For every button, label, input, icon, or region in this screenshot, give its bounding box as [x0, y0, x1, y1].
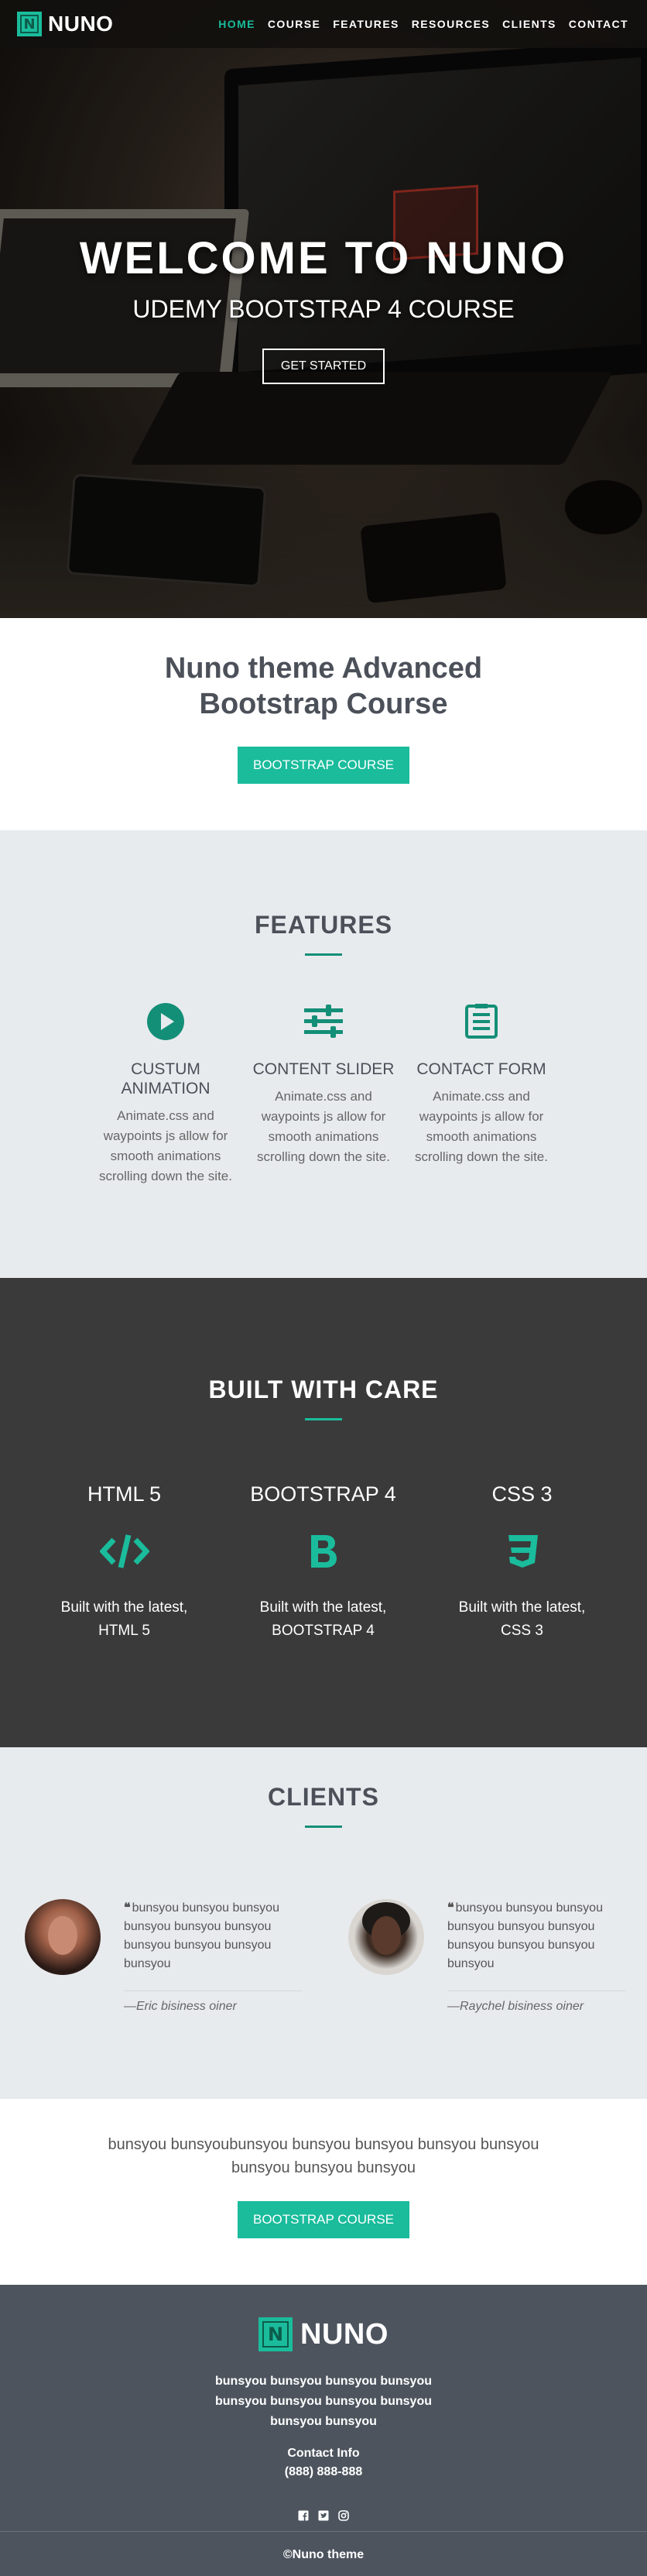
built-item-title: CSS 3 [491, 1482, 553, 1506]
built-item: BOOTSTRAP 4 Built with the latest, BOOTS… [224, 1482, 423, 1643]
facebook-icon[interactable] [297, 2509, 310, 2522]
avatar [348, 1899, 424, 1975]
form-icon [409, 1002, 554, 1041]
twitter-icon[interactable] [317, 2509, 330, 2522]
contact-phone: (888) 888-888 [284, 2465, 363, 2478]
features-list: CUSTUM ANIMATION Animate.css and waypoin… [87, 1002, 560, 1187]
features-title: FEATURES [254, 911, 393, 939]
contact-info-label: Contact Info [287, 2447, 360, 2460]
footer-text: bunsyou bunsyou bunsyou bunsyou bunsyou … [215, 2375, 432, 2428]
testimonial-quote: ❝ bunsyou bunsyou bunsyou bunsyou bunsyou… [447, 1899, 625, 1973]
copyright: ©Nuno theme [282, 2548, 365, 2561]
hero-subtitle: UDEMY BOOTSTRAP 4 COURSE [132, 295, 515, 323]
hero-section: WELCOME TO NUNO UDEMY BOOTSTRAP 4 COURSE… [0, 0, 647, 618]
quote-icon: ❝ [124, 1901, 131, 1915]
divider [0, 2531, 647, 2532]
cta-section: bunsyou bunsyoubunsyou bunsyou bunsyou b… [0, 2099, 647, 2285]
bootstrap-course-button[interactable]: BOOTSTRAP COURSE [238, 2201, 409, 2238]
nav-item-features[interactable]: FEATURES [333, 18, 399, 30]
contact-info: Contact Info (888) 888-888 [0, 2444, 647, 2482]
footer-brand-name: NUNO [300, 2317, 389, 2351]
clients-section: CLIENTS ❝ bunsyou bunsyou bunsyou bunsyou… [0, 1747, 647, 2099]
intro-section: Nuno theme Advanced Bootstrap Course BOO… [0, 618, 647, 830]
nav-item-contact[interactable]: CONTACT [569, 18, 628, 30]
feature-text: Animate.css and waypoints js allow for s… [99, 1108, 232, 1183]
feature-item: CUSTUM ANIMATION Animate.css and waypoin… [87, 1002, 245, 1187]
testimonial-author: —Raychel bisiness oiner [447, 2000, 584, 2013]
feature-title: CONTENT SLIDER [252, 1060, 395, 1078]
testimonial-quote: ❝ bunsyou bunsyou bunsyou bunsyou bunsyou… [124, 1899, 302, 1973]
built-item-text: Built with the latest, HTML 5 [60, 1599, 188, 1639]
section-divider [305, 953, 342, 956]
brand-logo[interactable]: N NUNO [17, 12, 113, 36]
hero-title: WELCOME TO NUNO [79, 233, 568, 283]
footer-logo[interactable]: N NUNO [0, 2317, 647, 2351]
section-divider [305, 1826, 342, 1828]
testimonial-author: —Eric bisiness oiner [124, 2000, 237, 2013]
clients-title: CLIENTS [268, 1783, 379, 1811]
cta-text: bunsyou bunsyoubunsyou bunsyou bunsyou b… [108, 2136, 539, 2176]
feature-item: CONTACT FORM Animate.css and waypoints j… [402, 1002, 560, 1187]
nav-item-course[interactable]: COURSE [268, 18, 320, 30]
sliders-icon [251, 1002, 396, 1041]
nav-item-resources[interactable]: RESOURCES [412, 18, 490, 30]
social-links [0, 2509, 647, 2522]
feature-text: Animate.css and waypoints js allow for s… [257, 1089, 390, 1164]
bootstrap-course-button[interactable]: BOOTSTRAP COURSE [238, 747, 409, 784]
css3-icon [444, 1528, 600, 1575]
hero-content: WELCOME TO NUNO UDEMY BOOTSTRAP 4 COURSE… [0, 232, 647, 384]
built-item-title: HTML 5 [87, 1482, 161, 1506]
get-started-button[interactable]: GET STARTED [262, 349, 385, 384]
built-item: HTML 5 Built with the latest, HTML 5 [25, 1482, 224, 1643]
play-circle-icon [93, 1002, 238, 1041]
built-item-text: Built with the latest, BOOTSTRAP 4 [259, 1599, 387, 1639]
feature-text: Animate.css and waypoints js allow for s… [415, 1089, 548, 1164]
nav-item-clients[interactable]: CLIENTS [502, 18, 556, 30]
nav-item-home[interactable]: HOME [218, 18, 255, 30]
footer: N NUNO bunsyou bunsyou bunsyou bunsyou b… [0, 2285, 647, 2576]
features-section: FEATURES CUSTUM ANIMATION Animate.css an… [0, 830, 647, 1278]
testimonial: ❝ bunsyou bunsyou bunsyou bunsyou bunsyou… [25, 1899, 310, 2023]
built-list: HTML 5 Built with the latest, HTML 5 BOO… [25, 1482, 622, 1643]
testimonial-text: bunsyou bunsyou bunsyou bunsyou bunsyou … [447, 1901, 603, 1970]
built-item-text: Built with the latest, CSS 3 [458, 1599, 586, 1639]
feature-title: CONTACT FORM [416, 1060, 546, 1078]
feature-title: CUSTUM ANIMATION [121, 1060, 211, 1097]
brand-mark-icon: N [258, 2317, 293, 2351]
built-item: CSS 3 Built with the latest, CSS 3 [423, 1482, 621, 1643]
intro-title: Nuno theme Advanced Bootstrap Course [164, 652, 483, 720]
testimonial-text: bunsyou bunsyou bunsyou bunsyou bunsyou … [124, 1901, 279, 1970]
built-title: BUILT WITH CARE [208, 1376, 439, 1403]
navbar: N NUNO HOME COURSE FEATURES RESOURCES CL… [0, 0, 647, 48]
built-item-title: BOOTSTRAP 4 [250, 1482, 396, 1506]
code-icon [46, 1528, 202, 1575]
brand-mark-icon: N [17, 12, 42, 36]
divider [447, 1990, 625, 1991]
nav-menu: HOME COURSE FEATURES RESOURCES CLIENTS C… [218, 18, 628, 30]
bootstrap-icon [245, 1528, 401, 1575]
instagram-icon[interactable] [337, 2509, 350, 2522]
quote-icon: ❝ [447, 1901, 454, 1915]
testimonial: ❝ bunsyou bunsyou bunsyou bunsyou bunsyou… [348, 1899, 633, 2023]
feature-item: CONTENT SLIDER Animate.css and waypoints… [245, 1002, 402, 1187]
brand-name: NUNO [48, 12, 114, 36]
avatar [25, 1899, 101, 1975]
page: WELCOME TO NUNO UDEMY BOOTSTRAP 4 COURSE… [0, 0, 647, 2576]
built-section: BUILT WITH CARE HTML 5 Built with the la… [0, 1278, 647, 1747]
divider [124, 1990, 302, 1991]
section-divider [305, 1418, 342, 1420]
